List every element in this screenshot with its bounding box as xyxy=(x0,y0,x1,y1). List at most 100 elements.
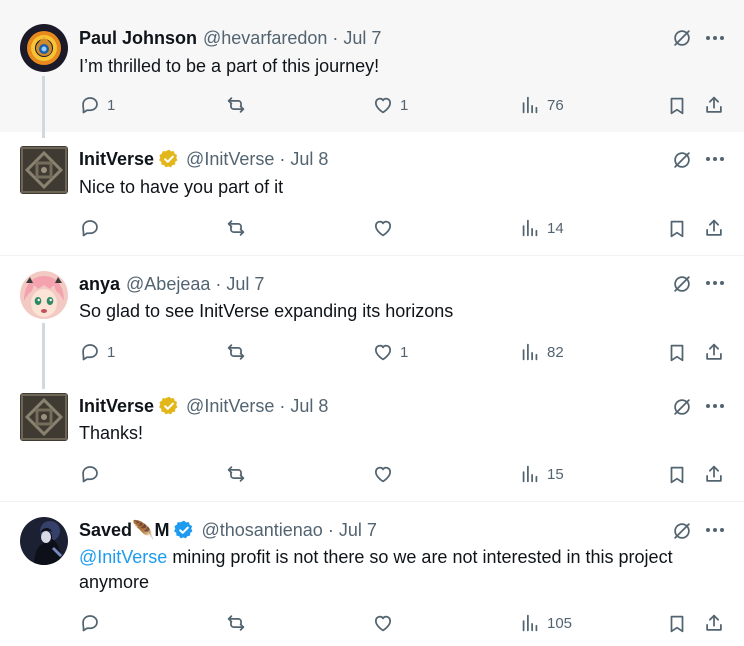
retweet-button[interactable] xyxy=(225,217,247,239)
tweet-anya[interactable]: anya @Abejeaa · Jul 7 So glad to see Ini… xyxy=(0,257,744,389)
avatar[interactable] xyxy=(20,393,68,441)
share-button[interactable] xyxy=(702,340,726,364)
retweet-button[interactable] xyxy=(225,341,247,363)
retweet-icon xyxy=(225,463,247,485)
retweet-button[interactable] xyxy=(225,612,247,634)
reply-button[interactable]: 1 xyxy=(79,341,115,363)
tweet-initverse-reply-1[interactable]: InitVerse @InitVerse · Jul 8 Nice to hav… xyxy=(0,132,744,256)
separator: · xyxy=(279,395,286,416)
reply-count: 1 xyxy=(107,343,116,361)
tweet-text: So glad to see InitVerse expanding its h… xyxy=(79,301,454,321)
grok-icon[interactable] xyxy=(669,271,695,297)
bar-chart-icon xyxy=(519,612,541,634)
bookmark-button[interactable] xyxy=(665,94,689,118)
retweet-icon xyxy=(225,341,247,363)
view-count: 15 xyxy=(547,465,564,483)
author-name[interactable]: Paul Johnson xyxy=(79,28,197,49)
view-count: 76 xyxy=(547,96,564,114)
tweet-paul-johnson[interactable]: Paul Johnson @hevarfaredon · Jul 7 I’m t… xyxy=(0,0,744,138)
bookmark-button[interactable] xyxy=(665,463,689,487)
tweet-saved-m[interactable]: Saved🪶M @thosantienao · Jul 7 @InitVerse… xyxy=(0,503,744,646)
bookmark-icon xyxy=(666,613,688,635)
tweet-header: Saved🪶M @thosantienao · Jul 7 xyxy=(79,518,377,542)
view-count: 105 xyxy=(547,614,573,632)
more-icon[interactable] xyxy=(702,270,728,296)
retweet-button[interactable] xyxy=(225,463,247,485)
like-button[interactable]: 1 xyxy=(372,94,408,116)
reply-thread: Paul Johnson @hevarfaredon · Jul 7 I’m t… xyxy=(0,0,744,646)
tweet-date[interactable]: Jul 8 xyxy=(290,149,328,170)
verified-gold-icon xyxy=(158,148,180,170)
retweet-icon xyxy=(225,94,247,116)
like-button[interactable]: 1 xyxy=(372,341,408,363)
views-button[interactable]: 82 xyxy=(519,341,564,363)
grok-icon[interactable] xyxy=(669,147,695,173)
share-icon xyxy=(703,612,725,634)
author-name[interactable]: InitVerse xyxy=(79,396,154,417)
dark-character-avatar xyxy=(20,517,68,565)
separator: · xyxy=(332,27,339,48)
more-icon[interactable] xyxy=(702,393,728,419)
reply-button[interactable] xyxy=(79,612,101,634)
share-button[interactable] xyxy=(702,611,726,635)
heart-icon xyxy=(372,341,394,363)
tweet-text: Thanks! xyxy=(79,423,144,443)
avatar[interactable] xyxy=(20,146,68,194)
mention-link[interactable]: @InitVerse xyxy=(79,547,167,567)
like-count: 1 xyxy=(400,343,409,361)
author-handle[interactable]: @InitVerse xyxy=(186,149,274,170)
reply-button[interactable] xyxy=(79,217,101,239)
stone-knot-avatar xyxy=(20,393,68,441)
like-button[interactable] xyxy=(372,612,394,634)
reply-button[interactable] xyxy=(79,463,101,485)
heart-icon xyxy=(372,217,394,239)
retweet-button[interactable] xyxy=(225,94,247,116)
tweet-date[interactable]: Jul 7 xyxy=(343,28,381,49)
views-button[interactable]: 15 xyxy=(519,463,564,485)
author-handle[interactable]: @thosantienao xyxy=(201,520,322,541)
bookmark-icon xyxy=(666,218,688,240)
tweet-header: anya @Abejeaa · Jul 7 xyxy=(79,272,264,296)
bar-chart-icon xyxy=(519,463,541,485)
tweet-text: I’m thrilled to be a part of this journe… xyxy=(79,56,380,76)
grok-icon[interactable] xyxy=(669,518,695,544)
bookmark-button[interactable] xyxy=(665,612,689,636)
author-name[interactable]: InitVerse xyxy=(79,149,154,170)
grok-icon[interactable] xyxy=(669,25,695,51)
like-button[interactable] xyxy=(372,217,394,239)
share-button[interactable] xyxy=(702,93,726,117)
reply-button[interactable]: 1 xyxy=(79,94,115,116)
grok-icon[interactable] xyxy=(669,394,695,420)
thread-connector-line xyxy=(42,76,45,138)
like-button[interactable] xyxy=(372,463,394,485)
tweet-date[interactable]: Jul 7 xyxy=(226,274,264,295)
author-name[interactable]: anya xyxy=(79,274,120,295)
share-button[interactable] xyxy=(702,216,726,240)
views-button[interactable]: 14 xyxy=(519,217,564,239)
share-icon xyxy=(703,341,725,363)
tweet-text-line-2: anymore xyxy=(79,572,150,592)
avatar[interactable] xyxy=(20,271,68,319)
author-handle[interactable]: @hevarfaredon xyxy=(203,28,327,49)
more-icon[interactable] xyxy=(702,517,728,543)
tweet-header: Paul Johnson @hevarfaredon · Jul 7 xyxy=(79,26,381,50)
more-icon[interactable] xyxy=(702,146,728,172)
tweet-initverse-reply-2[interactable]: InitVerse @InitVerse · Jul 8 Thanks! 15 xyxy=(0,379,744,502)
author-name[interactable]: Saved🪶M xyxy=(79,520,169,541)
stone-knot-avatar xyxy=(20,146,68,194)
separator: · xyxy=(279,148,286,169)
avatar[interactable] xyxy=(20,24,68,72)
bookmark-button[interactable] xyxy=(665,341,689,365)
avatar[interactable] xyxy=(20,517,68,565)
views-button[interactable]: 105 xyxy=(519,612,572,634)
bookmark-button[interactable] xyxy=(665,217,689,241)
views-button[interactable]: 76 xyxy=(519,94,564,116)
more-icon[interactable] xyxy=(702,25,728,51)
share-button[interactable] xyxy=(702,462,726,486)
author-handle[interactable]: @Abejeaa xyxy=(126,274,210,295)
tweet-date[interactable]: Jul 8 xyxy=(290,396,328,417)
tweet-date[interactable]: Jul 7 xyxy=(339,520,377,541)
heart-icon xyxy=(372,612,394,634)
bookmark-icon xyxy=(666,95,688,117)
author-handle[interactable]: @InitVerse xyxy=(186,396,274,417)
